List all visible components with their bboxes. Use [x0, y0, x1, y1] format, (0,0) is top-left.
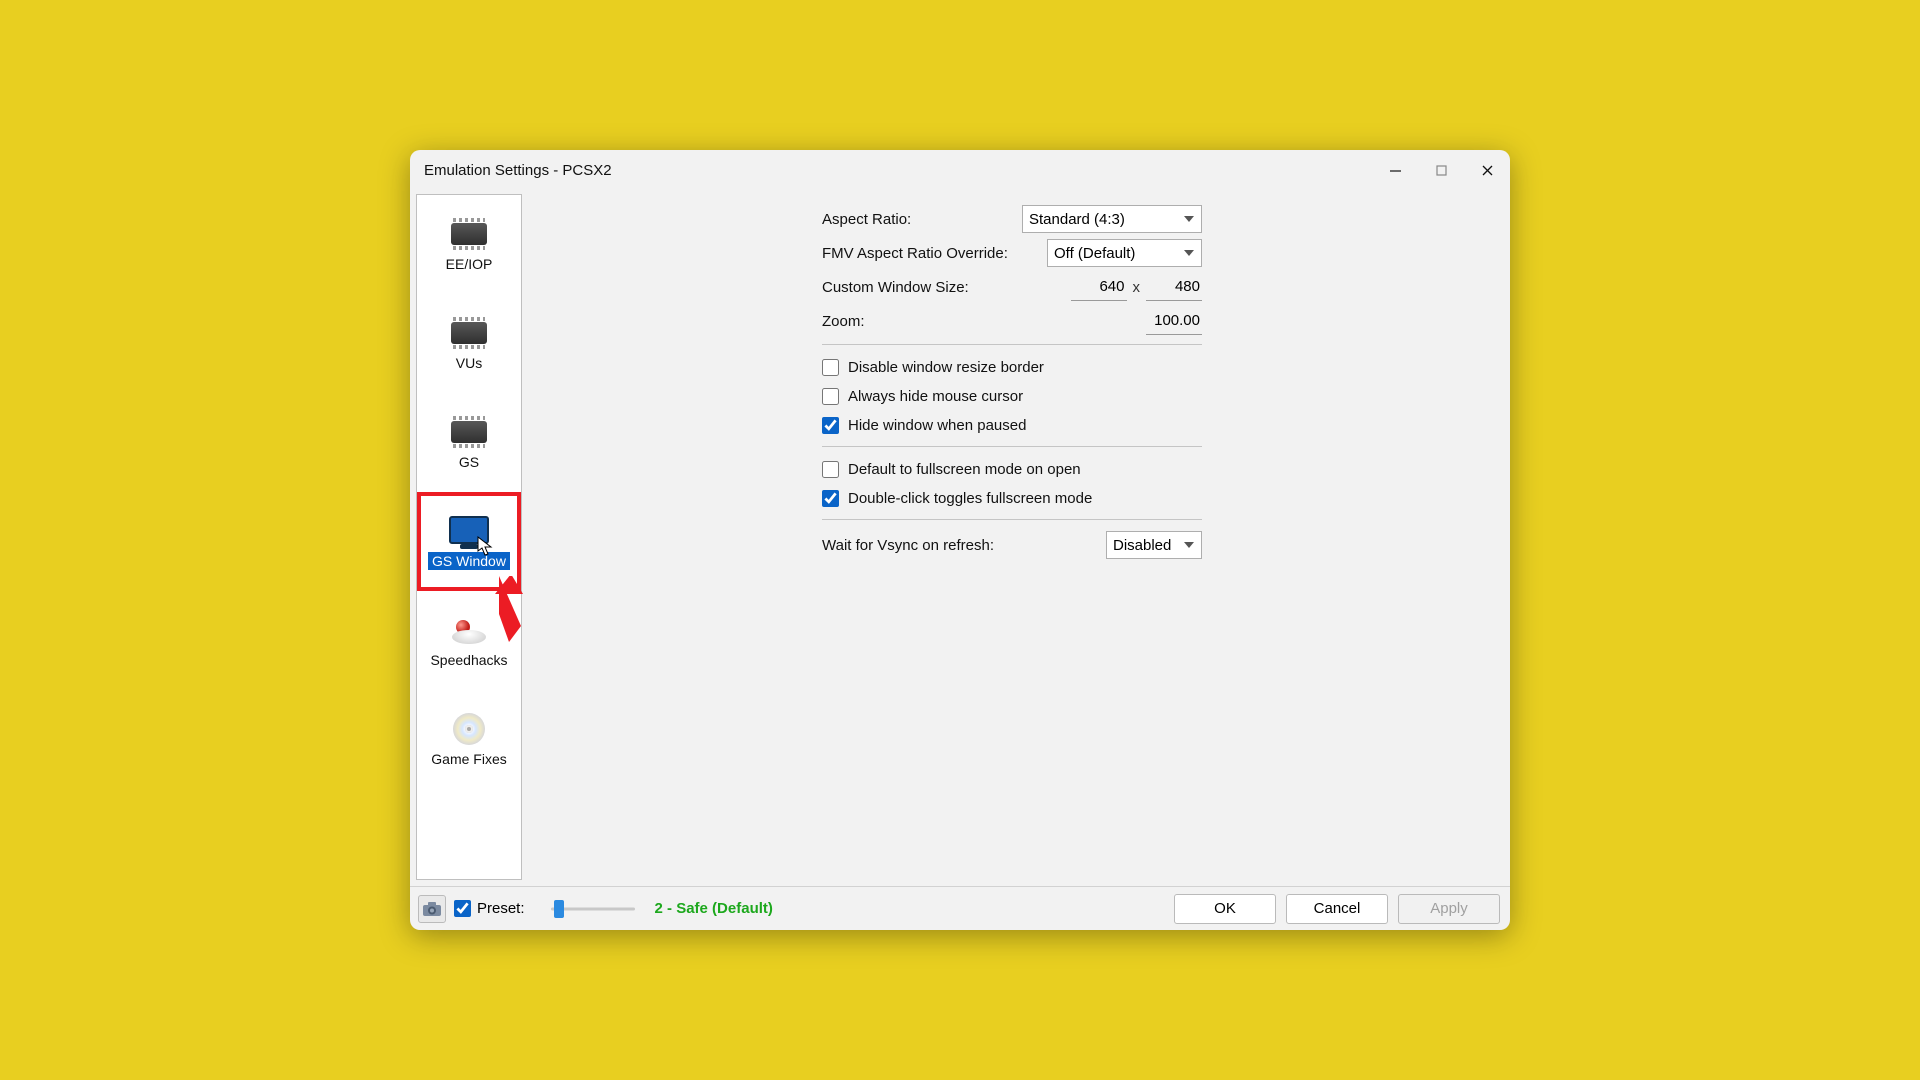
preset-checkbox[interactable] [454, 900, 471, 917]
default-fullscreen-checkbox[interactable] [822, 461, 839, 478]
zoom-row: Zoom: [822, 304, 1202, 338]
restore-defaults-button[interactable] [418, 895, 446, 923]
divider [822, 519, 1202, 520]
aspect-ratio-label: Aspect Ratio: [822, 211, 911, 228]
settings-window: Emulation Settings - PCSX2 EE/IOP VUs [410, 150, 1510, 930]
default-fullscreen-label: Default to fullscreen mode on open [848, 461, 1081, 478]
hide-cursor-checkbox[interactable] [822, 388, 839, 405]
sidebar-item-ee-iop[interactable]: EE/IOP [417, 195, 521, 294]
hide-paused-check-row[interactable]: Hide window when paused [822, 411, 1202, 440]
camera-icon [422, 901, 442, 917]
custom-window-size-label: Custom Window Size: [822, 279, 969, 296]
sidebar-item-label: Speedhacks [430, 652, 507, 668]
content-panel: Aspect Ratio: Standard (4:3) FMV Aspect … [522, 190, 1510, 886]
fmv-override-select[interactable]: Off (Default) [1047, 239, 1202, 267]
sidebar-item-label: Game Fixes [431, 751, 506, 767]
dblclick-fullscreen-check-row[interactable]: Double-click toggles fullscreen mode [822, 484, 1202, 513]
hide-cursor-label: Always hide mouse cursor [848, 388, 1023, 405]
sidebar-item-gs-window[interactable]: GS Window [417, 492, 521, 591]
disc-icon [453, 713, 485, 745]
size-times-label: x [1133, 279, 1141, 296]
divider [822, 344, 1202, 345]
sidebar-item-game-fixes[interactable]: Game Fixes [417, 690, 521, 789]
vsync-select[interactable]: Disabled [1106, 531, 1202, 559]
zoom-input[interactable] [1146, 307, 1202, 335]
body-area: EE/IOP VUs GS GS Window [410, 190, 1510, 886]
vsync-row: Wait for Vsync on refresh: Disabled [822, 528, 1202, 562]
close-button[interactable] [1464, 150, 1510, 190]
minimize-button[interactable] [1372, 150, 1418, 190]
divider [822, 446, 1202, 447]
preset-check-row[interactable]: Preset: [454, 900, 525, 917]
aspect-ratio-select[interactable]: Standard (4:3) [1022, 205, 1202, 233]
sidebar: EE/IOP VUs GS GS Window [416, 194, 522, 880]
sidebar-item-label: GS Window [428, 552, 510, 570]
hide-cursor-check-row[interactable]: Always hide mouse cursor [822, 382, 1202, 411]
close-icon [1481, 164, 1494, 177]
footer: Preset: 2 - Safe (Default) OK Cancel App… [410, 886, 1510, 930]
preset-label: Preset: [477, 900, 525, 917]
minimize-icon [1389, 164, 1402, 177]
window-title: Emulation Settings - PCSX2 [424, 162, 612, 179]
sidebar-item-vus[interactable]: VUs [417, 294, 521, 393]
footer-buttons: OK Cancel Apply [1174, 894, 1500, 924]
aspect-ratio-row: Aspect Ratio: Standard (4:3) [822, 202, 1202, 236]
dblclick-fullscreen-label: Double-click toggles fullscreen mode [848, 490, 1092, 507]
dblclick-fullscreen-checkbox[interactable] [822, 490, 839, 507]
zoom-label: Zoom: [822, 313, 865, 330]
speedhacks-icon [452, 618, 486, 642]
chip-icon [451, 421, 487, 443]
maximize-button[interactable] [1418, 150, 1464, 190]
fmv-override-label: FMV Aspect Ratio Override: [822, 245, 1008, 262]
sidebar-item-speedhacks[interactable]: Speedhacks [417, 591, 521, 690]
window-width-input[interactable] [1071, 273, 1127, 301]
disable-resize-checkbox[interactable] [822, 359, 839, 376]
disable-resize-label: Disable window resize border [848, 359, 1044, 376]
disable-resize-check-row[interactable]: Disable window resize border [822, 353, 1202, 382]
sidebar-item-label: VUs [456, 355, 482, 371]
fmv-override-row: FMV Aspect Ratio Override: Off (Default) [822, 236, 1202, 270]
titlebar-buttons [1372, 150, 1510, 190]
window-height-input[interactable] [1146, 273, 1202, 301]
sidebar-item-label: GS [459, 454, 479, 470]
sidebar-item-gs[interactable]: GS [417, 393, 521, 492]
titlebar: Emulation Settings - PCSX2 [410, 150, 1510, 190]
hide-paused-checkbox[interactable] [822, 417, 839, 434]
maximize-icon [1435, 164, 1448, 177]
default-fullscreen-check-row[interactable]: Default to fullscreen mode on open [822, 455, 1202, 484]
preset-slider[interactable] [551, 899, 635, 919]
monitor-icon [449, 516, 489, 544]
cancel-button[interactable]: Cancel [1286, 894, 1388, 924]
chip-icon [451, 223, 487, 245]
slider-thumb[interactable] [554, 900, 564, 918]
apply-button[interactable]: Apply [1398, 894, 1500, 924]
ok-button[interactable]: OK [1174, 894, 1276, 924]
custom-window-size-row: Custom Window Size: x [822, 270, 1202, 304]
vsync-label: Wait for Vsync on refresh: [822, 537, 994, 554]
chip-icon [451, 322, 487, 344]
sidebar-item-label: EE/IOP [446, 256, 493, 272]
hide-paused-label: Hide window when paused [848, 417, 1026, 434]
preset-value-label: 2 - Safe (Default) [655, 900, 773, 917]
